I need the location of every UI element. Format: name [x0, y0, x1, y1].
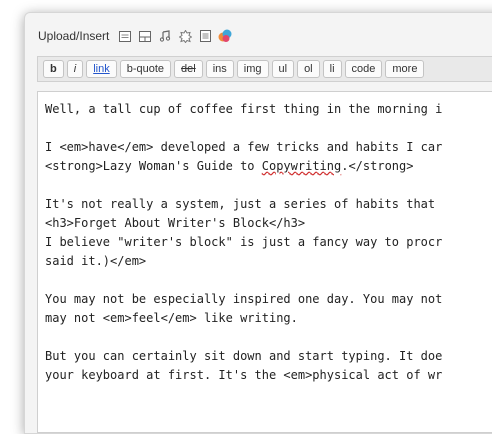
li-button[interactable]: li [322, 60, 342, 78]
editor-line: It's not really a system, just a series … [45, 197, 443, 211]
editor-line: <strong>Lazy Woman's Guide to [45, 159, 262, 173]
editor-text: Well, a tall cup of coffee first thing i… [45, 100, 442, 385]
media-icon[interactable] [217, 28, 233, 44]
settings-icon[interactable] [177, 28, 193, 44]
ol-button[interactable]: ol [297, 60, 320, 78]
upload-insert-label: Upload/Insert [38, 29, 110, 43]
editor-line: I <em>have</em> developed a few tricks a… [45, 140, 443, 154]
gallery-icon[interactable] [137, 28, 153, 44]
bold-button[interactable]: b [43, 60, 64, 78]
misspelled-word: Copywriting [261, 159, 342, 173]
editor-line: said it.)</em> [45, 254, 147, 268]
blockquote-button[interactable]: b-quote [119, 60, 172, 78]
ul-button[interactable]: ul [271, 60, 295, 78]
editor-line: I believe "writer's block" is just a fan… [45, 235, 443, 249]
editor-panel: Upload/Insert b i link b-quote del ins i… [24, 12, 492, 434]
editor-line: .</strong> [341, 159, 414, 173]
editor-line: your keyboard at first. It's the <em>phy… [45, 368, 443, 382]
code-button[interactable]: code [344, 60, 383, 78]
audio-icon[interactable] [157, 28, 173, 44]
ins-button[interactable]: ins [205, 60, 234, 78]
editor-line: You may not be especially inspired one d… [45, 292, 443, 306]
italic-button[interactable]: i [66, 60, 84, 78]
editor-line: But you can certainly sit down and start… [45, 349, 443, 363]
document-icon[interactable] [197, 28, 213, 44]
more-button[interactable]: more [385, 60, 425, 78]
editor-line: may not <em>feel</em> like writing. [45, 311, 298, 325]
upload-insert-bar: Upload/Insert [38, 26, 237, 46]
editor-line: <h3>Forget About Writer's Block</h3> [45, 216, 306, 230]
editor-line: Well, a tall cup of coffee first thing i… [45, 102, 443, 116]
img-button[interactable]: img [236, 60, 269, 78]
quicktags-toolbar: b i link b-quote del ins img ul ol li co… [37, 56, 492, 82]
del-button[interactable]: del [174, 60, 203, 78]
post-content-textarea[interactable]: Well, a tall cup of coffee first thing i… [37, 91, 492, 433]
link-button[interactable]: link [86, 60, 117, 78]
image-icon[interactable] [117, 28, 133, 44]
